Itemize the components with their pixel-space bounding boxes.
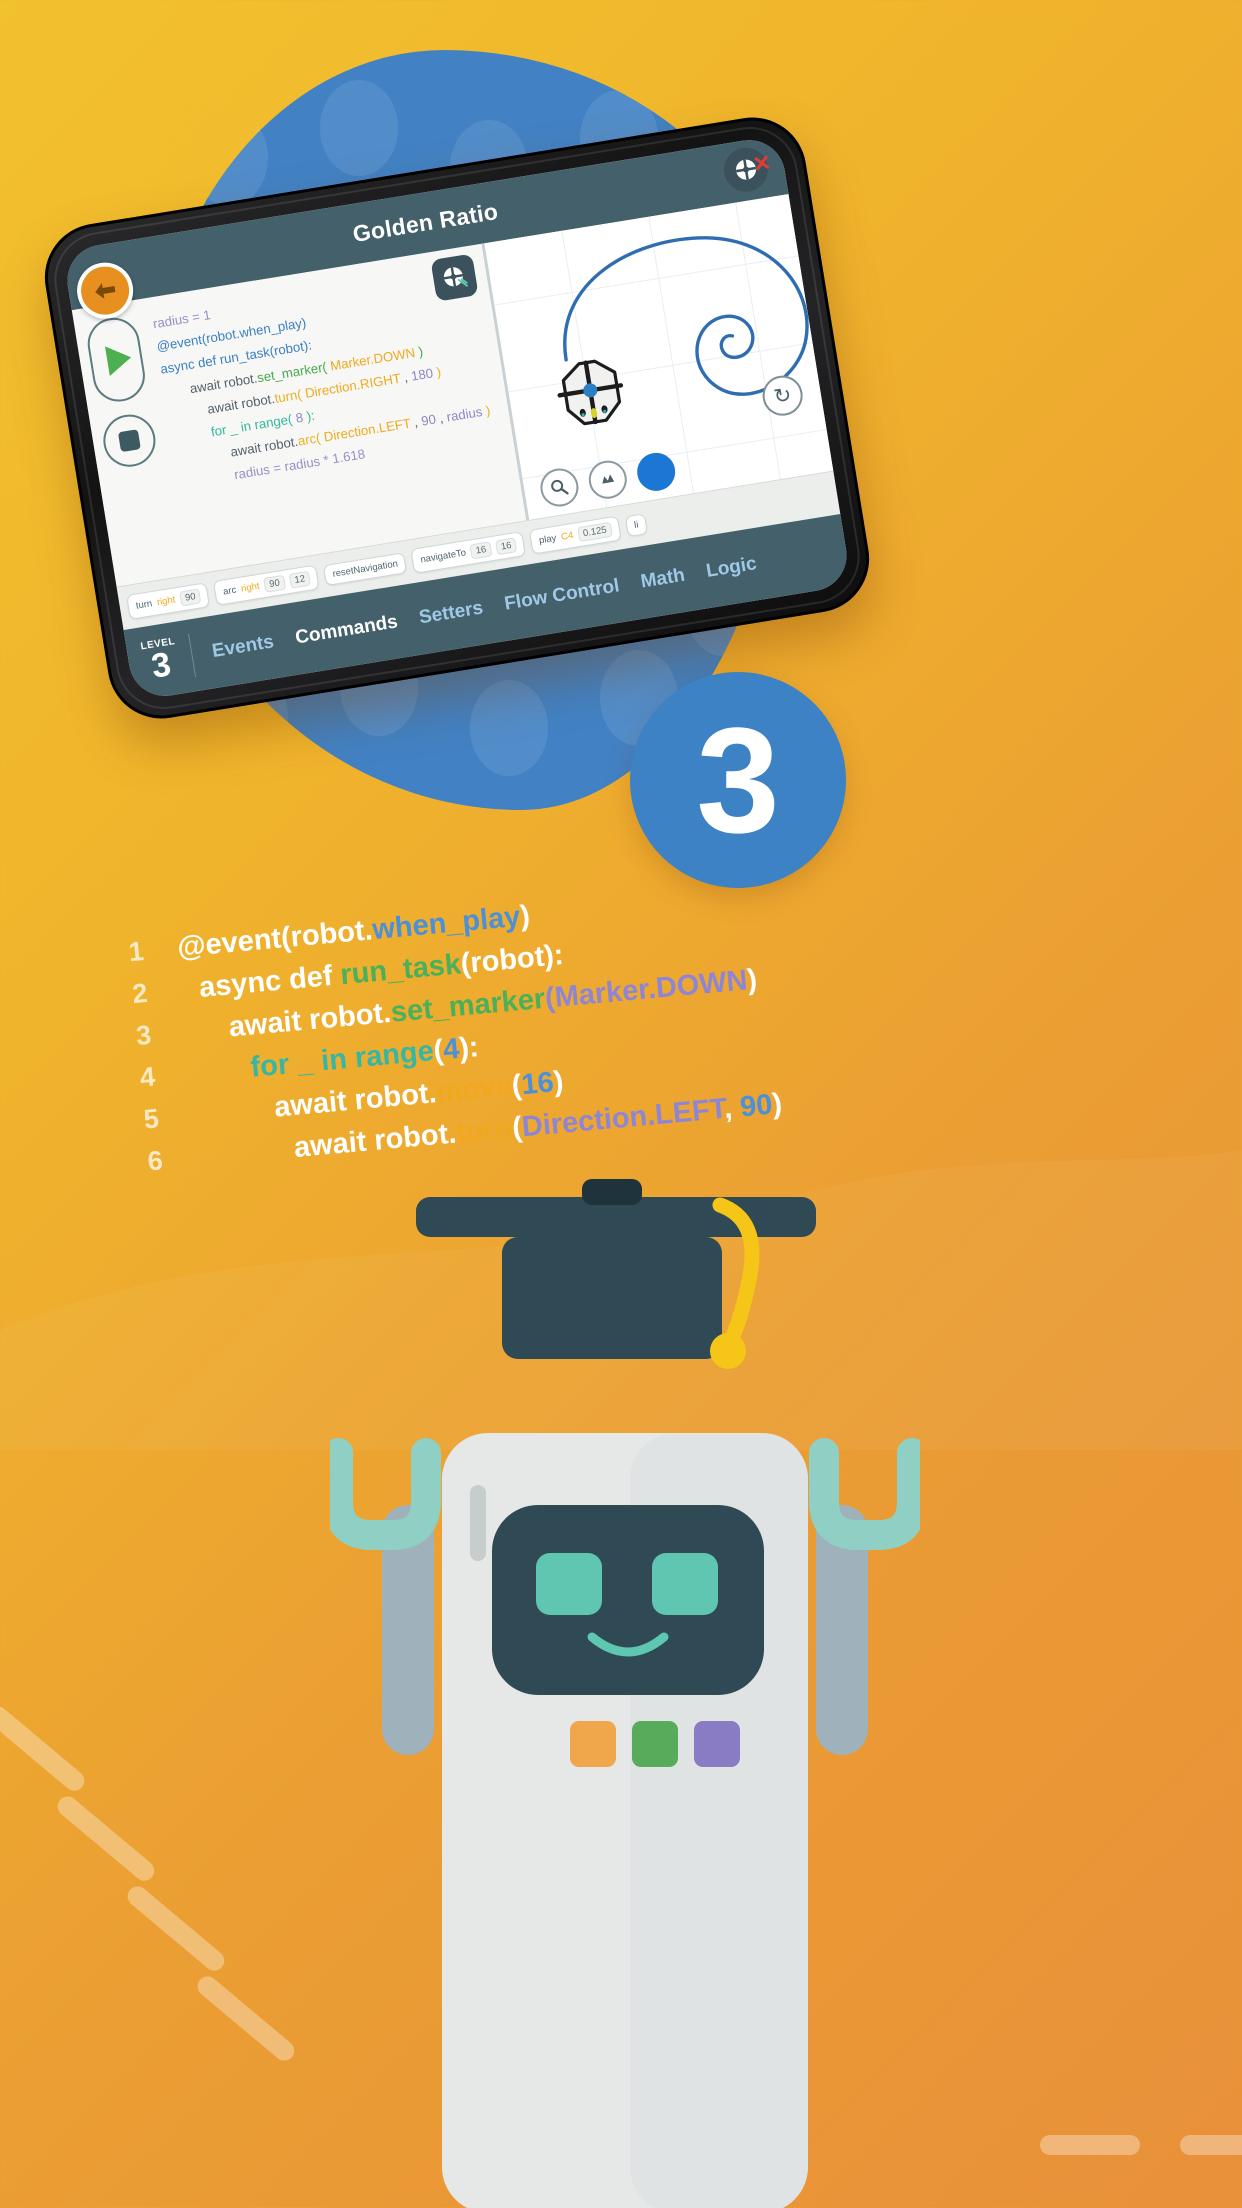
zoom-tool[interactable] xyxy=(537,465,582,510)
palette-block[interactable]: play C4 0.125 xyxy=(529,515,622,555)
palette-block-name: turn xyxy=(135,598,154,612)
decor-dash-4 xyxy=(193,1972,299,2065)
palette-block[interactable]: resetNavigation xyxy=(323,552,408,587)
featured-code-line-number: 3 xyxy=(134,1019,153,1051)
code-token: await robot. xyxy=(229,434,300,460)
featured-code-token: await robot. xyxy=(272,1077,438,1124)
palette-block-name: play xyxy=(538,532,558,547)
tab-commands[interactable]: Commands xyxy=(294,611,400,649)
decor-dash-6 xyxy=(1180,2135,1242,2155)
pan-tool[interactable] xyxy=(586,457,630,502)
decor-dash-2 xyxy=(53,1792,159,1885)
decor-dash-1 xyxy=(0,1702,89,1795)
palette-block-arg[interactable]: 90 xyxy=(263,574,286,593)
robot-button-2 xyxy=(632,1721,678,1767)
disconnected-mark: ✕ xyxy=(750,149,774,178)
level-indicator: LEVEL 3 xyxy=(129,633,197,687)
decor-dash-3 xyxy=(123,1882,229,1975)
robot-button-3 xyxy=(694,1721,740,1767)
featured-code-token: ) xyxy=(770,1087,784,1121)
featured-code-token: await robot. xyxy=(227,996,393,1044)
code-token: radius xyxy=(445,404,484,425)
tab-events[interactable]: Events xyxy=(211,631,276,663)
featured-code-line-number: 6 xyxy=(146,1145,164,1177)
featured-code-token: Marker.DOWN xyxy=(553,964,749,1014)
robot-side-slot xyxy=(470,1485,486,1561)
featured-code-token: move xyxy=(434,1070,514,1109)
tab-setters[interactable]: Setters xyxy=(418,597,485,629)
featured-code-token: for _ in range xyxy=(249,1035,436,1084)
featured-code-token: set_marker xyxy=(389,982,547,1029)
code-token: for xyxy=(209,421,232,440)
code-token: _ in range( xyxy=(228,411,294,437)
featured-code-token: async def xyxy=(197,959,342,1005)
robot-button-1 xyxy=(570,1721,616,1767)
code-token: set_marker( xyxy=(255,358,328,385)
palette-block-arg[interactable]: 16 xyxy=(494,537,518,556)
featured-code-line-number: 5 xyxy=(142,1103,161,1135)
robot-top-view-icon xyxy=(557,359,624,426)
code-token: arc( xyxy=(296,430,322,449)
code-token: 180 xyxy=(409,365,435,384)
featured-code-token: ): xyxy=(457,1031,480,1065)
palette-block[interactable]: li xyxy=(624,513,649,538)
code-token: await robot. xyxy=(206,390,276,417)
palette-block-name: arc xyxy=(222,584,238,598)
tab-logic[interactable]: Logic xyxy=(705,553,759,583)
tab-math[interactable]: Math xyxy=(639,565,686,594)
code-token: turn( xyxy=(273,386,303,406)
level-number-badge: 3 xyxy=(630,672,846,888)
robot-network-icon[interactable] xyxy=(430,253,479,302)
featured-code-token: ) xyxy=(745,963,759,997)
play-icon[interactable] xyxy=(83,314,149,406)
robot-graduation-cap xyxy=(416,1179,816,1369)
tab-flow-control[interactable]: Flow Control xyxy=(503,575,621,615)
featured-code-token: @event(robot. xyxy=(176,914,374,964)
code-token: await robot. xyxy=(188,370,259,396)
app-title: Golden Ratio xyxy=(350,197,500,247)
featured-code-token: 16 xyxy=(520,1066,556,1102)
featured-code-line-number: 1 xyxy=(127,936,145,968)
tablet-screen: Golden Ratio ✕ radius = 1 @event(robot.w… xyxy=(62,134,852,702)
palette-block-arg[interactable]: 16 xyxy=(469,541,493,560)
palette-block-arg[interactable]: 90 xyxy=(179,588,202,607)
palette-block-arg[interactable]: C4 xyxy=(560,530,574,543)
stop-icon[interactable] xyxy=(99,410,160,471)
palette-block-arg[interactable]: 12 xyxy=(288,570,312,589)
palette-block-name: resetNavigation xyxy=(331,558,399,580)
palette-block-arg[interactable]: right xyxy=(156,594,176,608)
featured-code-token: turn xyxy=(454,1112,514,1150)
level-number-badge-text: 3 xyxy=(696,696,780,864)
code-token: ) xyxy=(480,402,492,420)
code-token: radius = 1 xyxy=(151,307,212,332)
featured-code-token: (robot): xyxy=(459,939,565,981)
robot-left-arm xyxy=(330,1438,441,1755)
robot-face xyxy=(492,1505,764,1695)
palette-block-arg[interactable]: right xyxy=(240,581,260,595)
featured-code-line-number: 4 xyxy=(138,1061,157,1093)
code-token: ): xyxy=(305,407,316,424)
graduate-robot xyxy=(330,1179,920,2208)
featured-code-token: ) xyxy=(552,1065,565,1099)
palette-block-arg[interactable]: 0.125 xyxy=(577,521,613,543)
featured-code-token: ) xyxy=(518,899,532,933)
featured-code-token: 90 xyxy=(738,1088,774,1124)
featured-code-token: Direction.LEFT xyxy=(520,1093,726,1144)
palette-block[interactable]: arc right 90 12 xyxy=(213,564,320,606)
featured-code-block: 1 @event(robot.when_play) 2 async def run_t… xyxy=(108,863,957,1189)
featured-code-token: when_play xyxy=(371,900,522,947)
decor-dash-5 xyxy=(1040,2135,1140,2155)
robot-left-eye xyxy=(536,1553,602,1615)
palette-block-name: navigateTo xyxy=(419,547,467,566)
palette-block[interactable]: turn right 90 xyxy=(126,582,211,620)
palette-block-name: li xyxy=(633,519,640,531)
robot-canvas[interactable]: ↻ xyxy=(481,194,834,521)
featured-code-token: await robot. xyxy=(292,1117,458,1165)
featured-code-token: run_task xyxy=(339,948,463,992)
robot-right-eye xyxy=(652,1553,718,1615)
featured-code-line-number: 2 xyxy=(131,977,149,1010)
robot-right-arm xyxy=(809,1438,920,1755)
code-token: ) xyxy=(431,363,443,380)
marker-color-tool[interactable] xyxy=(634,450,678,494)
